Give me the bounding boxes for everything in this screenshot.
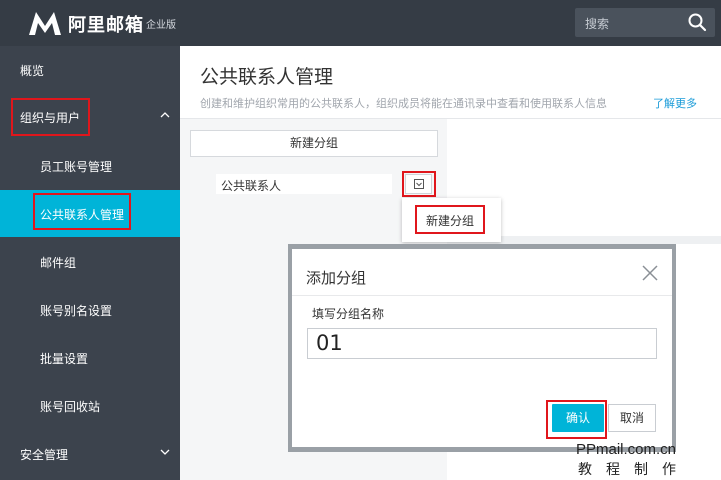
sidebar-item-overview[interactable]: 概览 — [0, 46, 180, 93]
sidebar-item-label: 批量设置 — [40, 352, 89, 366]
top-bar: 阿里邮箱 企业版 搜索 — [0, 0, 721, 46]
add-group-dialog: 添加分组 填写分组名称 01 确认 取消 — [292, 249, 672, 447]
group-item-label: 公共联系人 — [221, 179, 282, 193]
search-icon[interactable] — [687, 12, 707, 32]
page-title: 公共联系人管理 — [200, 66, 334, 88]
watermark-caption: 教程制作 — [578, 462, 690, 478]
sidebar-item-label: 账号别名设置 — [40, 304, 113, 318]
page-description: 创建和维护组织常用的公共联系人，组织成员将能在通讯录中查看和使用联系人信息 — [200, 97, 607, 110]
sidebar-item-recycle-bin[interactable]: 账号回收站 — [0, 382, 180, 429]
logo-icon — [29, 12, 61, 35]
learn-more-link[interactable]: 了解更多 — [653, 95, 697, 111]
modal-title: 添加分组 — [306, 269, 367, 287]
sidebar-item-label: 员工账号管理 — [40, 160, 113, 174]
group-item[interactable]: 公共联系人 — [216, 174, 392, 194]
close-icon[interactable] — [642, 265, 658, 281]
edition-label: 企业版 — [146, 20, 176, 31]
sidebar-item-label: 账号回收站 — [40, 400, 101, 414]
highlight-box — [402, 171, 436, 197]
highlight-box — [11, 98, 90, 136]
new-group-button[interactable]: 新建分组 — [190, 130, 438, 157]
cancel-button[interactable]: 取消 — [608, 404, 656, 432]
sidebar-item-security[interactable]: 安全管理 — [0, 430, 180, 477]
sidebar-item-batch-settings[interactable]: 批量设置 — [0, 334, 180, 381]
highlight-box — [415, 205, 485, 234]
sidebar-item-label: 安全管理 — [20, 448, 69, 462]
highlight-box — [546, 400, 607, 439]
sidebar-item-employee-accounts[interactable]: 员工账号管理 — [0, 142, 180, 189]
search-placeholder: 搜索 — [585, 17, 610, 31]
divider — [292, 295, 672, 296]
chevron-down-icon — [160, 449, 170, 455]
group-name-input[interactable]: 01 — [307, 328, 657, 359]
brand-name: 阿里邮箱 — [68, 15, 144, 36]
sidebar-item-mail-groups[interactable]: 邮件组 — [0, 238, 180, 285]
sidebar-item-label: 邮件组 — [40, 256, 77, 270]
sidebar-item-account-alias[interactable]: 账号别名设置 — [0, 286, 180, 333]
sidebar-item-label: 概览 — [20, 64, 45, 78]
group-name-label: 填写分组名称 — [312, 307, 385, 321]
chevron-up-icon — [160, 112, 170, 118]
search-input[interactable]: 搜索 — [575, 8, 715, 37]
highlight-box — [33, 193, 131, 230]
watermark-url: PPmail.com.cn — [576, 441, 677, 458]
